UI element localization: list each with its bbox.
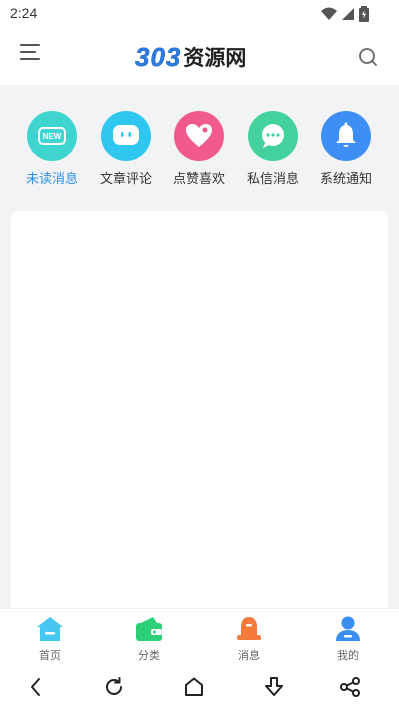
system-nav-bar <box>0 663 399 711</box>
bottom-tab-bar: 首页 分类 消息 我的 <box>0 608 399 663</box>
new-badge-icon: NEW <box>27 111 77 161</box>
signal-icon <box>342 8 354 20</box>
quick-label-messages: 私信消息 <box>246 172 299 187</box>
battery-icon <box>359 6 369 22</box>
quick-item-unread[interactable]: NEW 未读消息 <box>14 111 90 187</box>
heart-icon <box>174 111 224 161</box>
quick-item-system[interactable]: 系统通知 <box>308 111 384 187</box>
logo-number: 303 <box>135 41 182 72</box>
tab-category[interactable]: 分类 <box>119 615 179 663</box>
wifi-icon <box>321 7 337 20</box>
new-badge-text: NEW <box>42 131 62 141</box>
tab-profile[interactable]: 我的 <box>318 615 378 663</box>
quick-label-unread: 未读消息 <box>25 172 78 187</box>
status-time: 2:24 <box>10 5 38 21</box>
status-bar: 2:24 <box>0 0 399 28</box>
message-list-card <box>11 211 388 631</box>
refresh-icon[interactable] <box>102 675 126 699</box>
tab-label-category: 分类 <box>138 649 160 662</box>
menu-icon[interactable] <box>20 44 44 68</box>
share-icon[interactable] <box>338 675 362 699</box>
site-logo[interactable]: 303 资源网 <box>135 41 247 72</box>
tab-label-home: 首页 <box>39 649 61 662</box>
quick-label-likes: 点赞喜欢 <box>172 172 225 187</box>
quick-item-messages[interactable]: 私信消息 <box>235 111 311 187</box>
tab-label-messages: 消息 <box>238 649 260 662</box>
tab-label-profile: 我的 <box>337 649 359 662</box>
search-icon[interactable] <box>357 46 379 68</box>
quick-item-comments[interactable]: 文章评论 <box>88 111 164 187</box>
bell-icon <box>321 111 371 161</box>
user-icon <box>334 615 362 643</box>
comment-face-icon <box>101 111 151 161</box>
quick-label-system: 系统通知 <box>319 172 372 187</box>
tab-home[interactable]: 首页 <box>20 615 80 663</box>
home-outline-icon[interactable] <box>182 675 206 699</box>
logo-text: 资源网 <box>183 46 247 70</box>
back-icon[interactable] <box>24 675 48 699</box>
quick-actions: NEW 未读消息 文章评论 点赞喜欢 私信消息 系统通知 <box>0 85 399 201</box>
alarm-bell-icon <box>235 615 263 643</box>
quick-item-likes[interactable]: 点赞喜欢 <box>161 111 237 187</box>
download-icon[interactable] <box>262 675 286 699</box>
status-icons <box>321 6 369 22</box>
tab-messages[interactable]: 消息 <box>219 615 279 663</box>
wallet-icon <box>135 615 163 643</box>
app-header: 303 资源网 <box>0 28 399 85</box>
home-icon <box>36 615 64 643</box>
chat-bubble-icon <box>248 111 298 161</box>
quick-label-comments: 文章评论 <box>99 172 152 187</box>
